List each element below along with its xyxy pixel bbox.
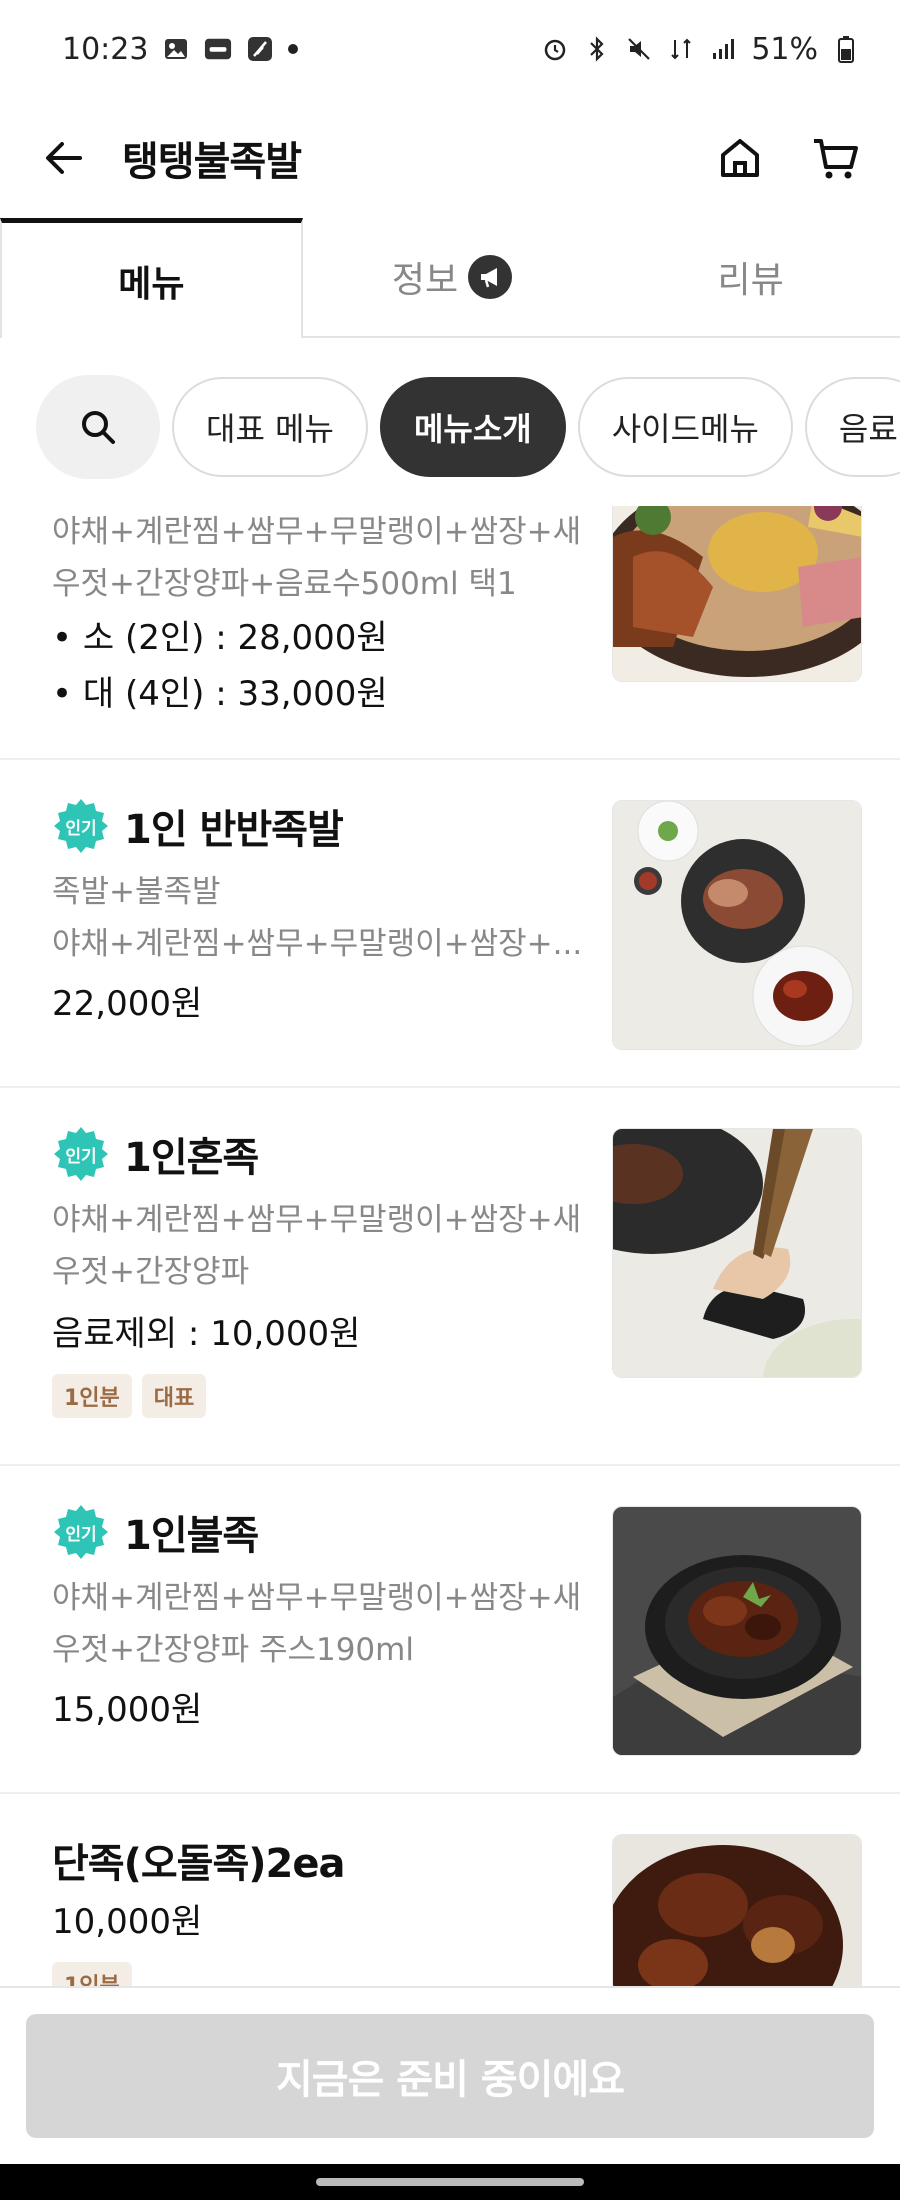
tab-menu[interactable]: 메뉴 — [0, 218, 303, 338]
item-name: 1인불족 — [124, 1513, 259, 1559]
popular-badge: 인기 — [52, 797, 110, 855]
item-price: 15,000원 — [52, 1690, 203, 1730]
item-description: 우젓+간장양파 주스190ml — [52, 1632, 414, 1668]
chip-menu-intro[interactable]: 메뉴소개 — [379, 377, 566, 477]
signal-icon — [709, 35, 737, 63]
home-icon — [721, 139, 759, 177]
home-indicator[interactable] — [316, 2178, 584, 2186]
item-photo — [612, 1834, 862, 1986]
item-price: 22,000원 — [52, 984, 203, 1024]
item-name: 단족(오돌족)2ea — [52, 1841, 346, 1887]
tab-review-label: 리뷰 — [717, 260, 784, 301]
menu-item[interactable]: 인기 1인불족 야채+계란찜+쌈무+무말랭이+쌈장+새 우젓+간장양파 주스19… — [0, 1466, 900, 1794]
bottom-order-bar: 지금은 준비 중이에요 — [0, 1986, 900, 2164]
menu-search-button[interactable] — [36, 375, 160, 479]
item-price: • 소 (2인) : 28,000원 — [52, 618, 388, 658]
menu-item[interactable]: 인기 1인혼족 야채+계란찜+쌈무+무말랭이+쌈장+새 우젓+간장양파 음료제외… — [0, 1088, 900, 1466]
system-nav-bar — [0, 2164, 900, 2200]
menu-item[interactable]: 인기 1인 반반족발 족발+불족발 야채+계란찜+쌈무+무말랭이+쌈장+... … — [0, 760, 900, 1088]
battery-icon — [832, 35, 860, 63]
arrow-left-icon — [46, 142, 82, 174]
item-description: 야채+계란찜+쌈무+무말랭이+쌈장+새 — [52, 1202, 582, 1238]
item-price: 10,000원 — [52, 1902, 203, 1942]
tab-info[interactable]: 정보 — [303, 218, 602, 336]
mute-icon — [625, 35, 653, 63]
item-photo — [612, 1128, 862, 1378]
menu-item[interactable]: 야채+계란찜+쌈무+무말랭이+쌈장+새 우젓+간장양파+음료수500ml 택1 … — [0, 506, 900, 760]
store-title: 탱탱불족발 — [122, 139, 302, 185]
item-photo — [612, 1506, 862, 1756]
megaphone-icon — [468, 255, 513, 299]
gallery-icon — [162, 35, 190, 63]
search-icon — [82, 411, 115, 444]
home-button[interactable] — [712, 130, 768, 186]
cart-button[interactable] — [808, 130, 864, 186]
lte-icon — [667, 35, 695, 63]
feather-icon — [246, 35, 274, 63]
tab-info-label: 정보 — [391, 260, 459, 301]
tab-bar: 메뉴 정보 리뷰 — [0, 218, 900, 338]
menu-list: 야채+계란찜+쌈무+무말랭이+쌈장+새 우젓+간장양파+음료수500ml 택1 … — [0, 506, 900, 1986]
order-button-disabled[interactable]: 지금은 준비 중이에요 — [26, 2014, 874, 2138]
status-time: 10:23 — [62, 31, 149, 67]
cart-icon — [814, 139, 858, 179]
status-bar: 10:23 51% — [0, 0, 900, 98]
item-name: 1인 반반족발 — [124, 807, 344, 853]
tab-review[interactable]: 리뷰 — [601, 218, 900, 336]
item-photo — [612, 506, 862, 682]
back-button[interactable] — [36, 130, 92, 186]
item-tag: 대표 — [141, 1374, 207, 1418]
popular-badge: 인기 — [52, 1503, 110, 1561]
menu-item[interactable]: 단족(오돌족)2ea 10,000원 1인분 — [0, 1794, 900, 1986]
category-chip-row: 대표 메뉴 메뉴소개 사이드메뉴 음료 — [0, 372, 900, 482]
pay-icon — [204, 35, 232, 63]
item-price: • 대 (4인) : 33,000원 — [52, 674, 388, 714]
item-description: 족발+불족발 — [52, 874, 221, 910]
item-description: 야채+계란찜+쌈무+무말랭이+쌈장+... — [52, 926, 583, 962]
item-description: 야채+계란찜+쌈무+무말랭이+쌈장+새 — [52, 514, 582, 550]
item-photo — [612, 800, 862, 1050]
notification-dot-icon — [288, 44, 299, 54]
popular-badge: 인기 — [52, 1125, 110, 1183]
bluetooth-icon — [583, 35, 611, 63]
chip-side-menu[interactable]: 사이드메뉴 — [577, 377, 793, 477]
chip-signature-menu[interactable]: 대표 메뉴 — [172, 377, 368, 477]
chip-drinks[interactable]: 음료 — [804, 377, 900, 477]
alarm-icon — [541, 35, 569, 63]
item-tag: 1인분 — [52, 1374, 132, 1418]
item-name: 1인혼족 — [124, 1135, 259, 1181]
item-price: 음료제외 : 10,000원 — [52, 1314, 361, 1354]
item-description: 야채+계란찜+쌈무+무말랭이+쌈장+새 — [52, 1580, 582, 1616]
battery-percent: 51% — [751, 31, 818, 67]
tab-menu-label: 메뉴 — [118, 263, 185, 305]
item-tag: 1인분 — [52, 1962, 132, 1986]
app-header: 탱탱불족발 — [0, 98, 900, 218]
item-description: 우젓+간장양파+음료수500ml 택1 — [52, 566, 517, 602]
item-description: 우젓+간장양파 — [52, 1254, 250, 1290]
